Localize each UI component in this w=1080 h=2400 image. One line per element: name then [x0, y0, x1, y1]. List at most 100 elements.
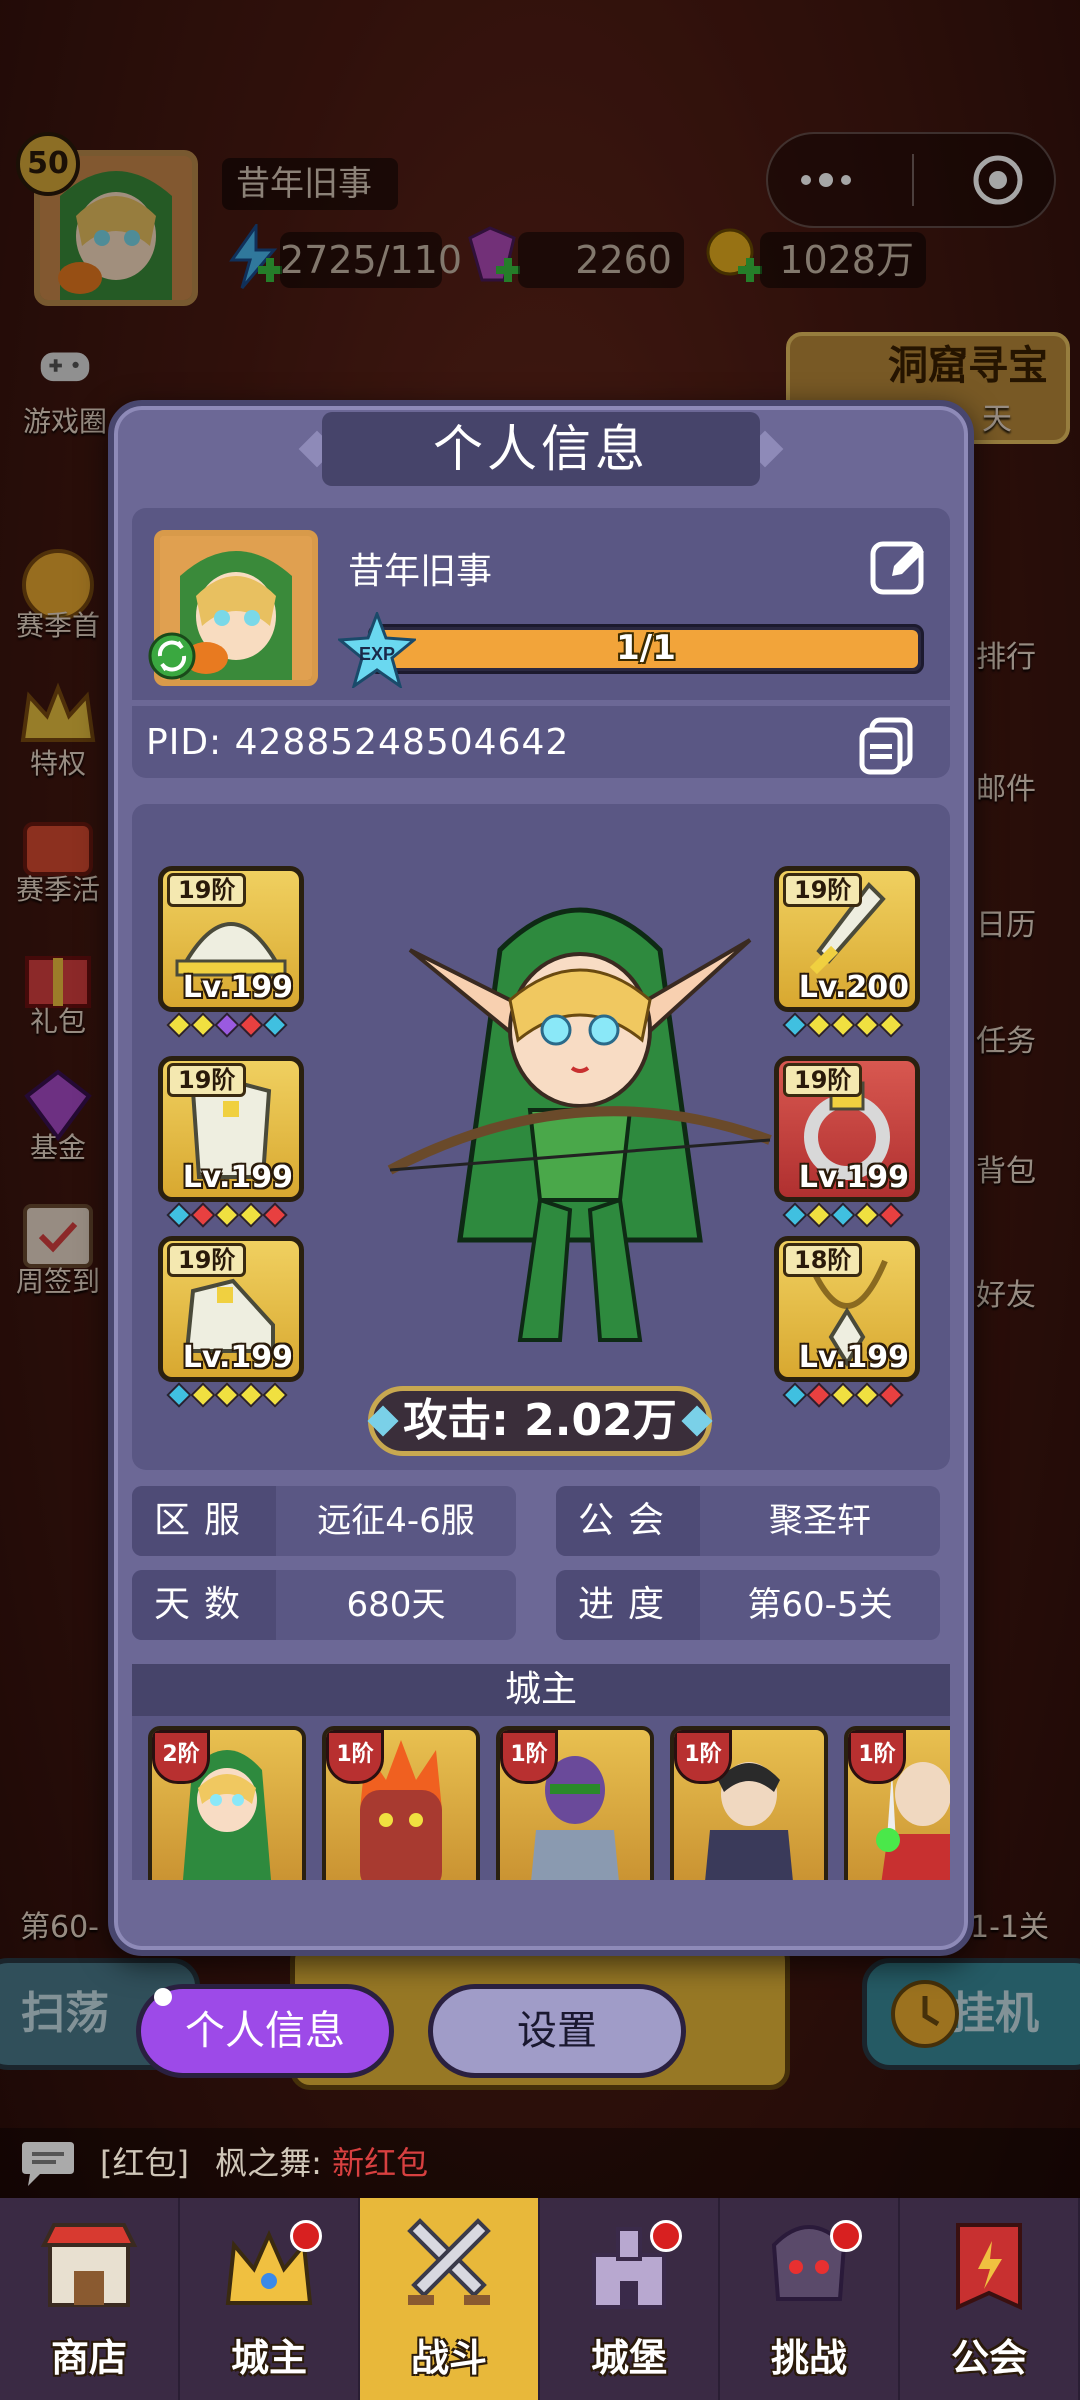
- guild-banner-icon: [956, 2223, 1022, 2311]
- nav-battle-label: 战斗: [410, 2336, 487, 2380]
- guild-value: 聚圣轩: [769, 1501, 871, 1541]
- gem-socket: [214, 1382, 240, 1408]
- gem-socket: [262, 1382, 288, 1408]
- profile-name: 昔年旧事: [348, 551, 493, 592]
- lord-rank: 1阶: [500, 1730, 558, 1784]
- nav-lord-dot: [290, 2220, 322, 2252]
- nav-shop[interactable]: 商店: [0, 2198, 180, 2400]
- lord-section-title: 城主: [132, 1664, 950, 1716]
- lord-list[interactable]: 2阶 1阶 1阶 1阶 1阶: [132, 1716, 950, 1880]
- gem-socket: [166, 1202, 192, 1228]
- exp-label: EXP: [359, 644, 395, 664]
- equip-helmet-tile: 19阶 Lv.199: [158, 866, 304, 1012]
- copy-pid-icon[interactable]: [856, 716, 916, 776]
- equip-slot-boots[interactable]: 19阶 Lv.199: [158, 1236, 304, 1410]
- gem-socket: [782, 1012, 808, 1038]
- gem-socket: [854, 1012, 880, 1038]
- chat-bar[interactable]: [红包] 枫之舞: 新红包: [0, 2128, 1080, 2198]
- nav-castle[interactable]: 城堡: [540, 2198, 720, 2400]
- modal-title: 个人信息: [322, 412, 760, 486]
- settings-tab-button[interactable]: 设置: [428, 1984, 686, 2078]
- days-info: 天数 680天: [132, 1570, 516, 1640]
- hero-figure: [387, 907, 772, 1342]
- lord-rank: 1阶: [326, 1730, 384, 1784]
- gem-socket: [782, 1382, 808, 1408]
- guild-info: 公会 聚圣轩: [556, 1486, 940, 1556]
- equip-necklace-gems: [782, 1382, 920, 1410]
- equip-slot-ring[interactable]: 19阶 Lv.199: [774, 1056, 920, 1230]
- lord-card[interactable]: 1阶: [670, 1726, 828, 1880]
- nav-castle-dot: [650, 2220, 682, 2252]
- refresh-avatar-icon[interactable]: [146, 630, 198, 682]
- nav-battle[interactable]: 战斗: [360, 2198, 540, 2400]
- progress-info: 进度 第60-5关: [556, 1570, 940, 1640]
- nav-guild[interactable]: 公会: [900, 2198, 1080, 2400]
- nav-challenge-label: 挑战: [770, 2336, 847, 2380]
- equip-slot-necklace[interactable]: 18阶 Lv.199: [774, 1236, 920, 1410]
- gem-socket: [878, 1382, 904, 1408]
- equip-boots-level: Lv.199: [182, 1340, 293, 1375]
- gem-socket: [190, 1202, 216, 1228]
- equip-helmet-gems: [166, 1012, 304, 1040]
- gem-socket: [262, 1012, 288, 1038]
- equip-ring-level: Lv.199: [798, 1160, 909, 1195]
- gem-socket: [806, 1012, 832, 1038]
- equip-slot-weapon[interactable]: 19阶 Lv.200: [774, 866, 920, 1040]
- lord-rank: 1阶: [848, 1730, 906, 1784]
- equip-armor-gems: [166, 1202, 304, 1230]
- gem-socket: [830, 1012, 856, 1038]
- lord-card[interactable]: 1阶: [844, 1726, 950, 1880]
- equip-ring-tile: 19阶 Lv.199: [774, 1056, 920, 1202]
- personal-info-tab-button[interactable]: 个人信息: [136, 1984, 394, 2078]
- nav-challenge[interactable]: 挑战: [720, 2198, 900, 2400]
- personal-info-tab-dot: [154, 1988, 172, 2006]
- equip-necklace-level: Lv.199: [798, 1340, 909, 1375]
- gem-socket: [214, 1012, 240, 1038]
- equip-boots-gems: [166, 1382, 304, 1410]
- gem-socket: [238, 1202, 264, 1228]
- nav-shop-label: 商店: [50, 2336, 127, 2380]
- gem-socket: [238, 1382, 264, 1408]
- nav-challenge-dot: [830, 2220, 862, 2252]
- days-label: 天数: [132, 1570, 276, 1640]
- equip-slot-armor[interactable]: 19阶 Lv.199: [158, 1056, 304, 1230]
- server-label: 区服: [132, 1486, 276, 1556]
- gem-socket: [806, 1382, 832, 1408]
- edit-name-icon[interactable]: [870, 538, 928, 596]
- equip-weapon-rank: 19阶: [783, 873, 863, 907]
- progress-value: 第60-5关: [747, 1585, 893, 1625]
- exp-text: 1/1: [616, 628, 676, 668]
- equip-armor-tile: 19阶 Lv.199: [158, 1056, 304, 1202]
- equip-slot-helmet[interactable]: 19阶 Lv.199: [158, 866, 304, 1040]
- gem-socket: [166, 1012, 192, 1038]
- nav-guild-label: 公会: [950, 2336, 1027, 2380]
- pid-text: PID: 42885248504642: [146, 722, 570, 763]
- gem-socket: [830, 1382, 856, 1408]
- nav-lord[interactable]: 城主: [180, 2198, 360, 2400]
- lord-rank: 1阶: [674, 1730, 732, 1784]
- bottom-navigation: 商店 城主 战斗 城堡 挑战 公会: [0, 2198, 1080, 2400]
- progress-label: 进度: [556, 1570, 700, 1640]
- gem-socket: [854, 1382, 880, 1408]
- days-value: 680天: [346, 1585, 446, 1625]
- equip-armor-rank: 19阶: [167, 1063, 247, 1097]
- exp-bar: 1/1: [368, 624, 924, 674]
- equip-boots-tile: 19阶 Lv.199: [158, 1236, 304, 1382]
- gem-socket: [262, 1202, 288, 1228]
- gem-socket: [190, 1382, 216, 1408]
- gem-socket: [214, 1202, 240, 1228]
- nav-castle-label: 城堡: [590, 2336, 667, 2380]
- chat-bubble-icon[interactable]: [18, 2140, 78, 2188]
- shop-icon: [40, 2223, 138, 2307]
- server-value: 远征4-6服: [317, 1501, 475, 1541]
- chat-message: 新红包: [332, 2144, 429, 2182]
- lord-rank: 2阶: [152, 1730, 210, 1784]
- lord-card[interactable]: 1阶: [322, 1726, 480, 1880]
- lord-card[interactable]: 2阶: [148, 1726, 306, 1880]
- gem-socket: [878, 1012, 904, 1038]
- gem-socket: [782, 1202, 808, 1228]
- equip-armor-level: Lv.199: [182, 1160, 293, 1195]
- gem-socket: [190, 1012, 216, 1038]
- lord-card[interactable]: 1阶: [496, 1726, 654, 1880]
- equip-necklace-rank: 18阶: [783, 1243, 863, 1277]
